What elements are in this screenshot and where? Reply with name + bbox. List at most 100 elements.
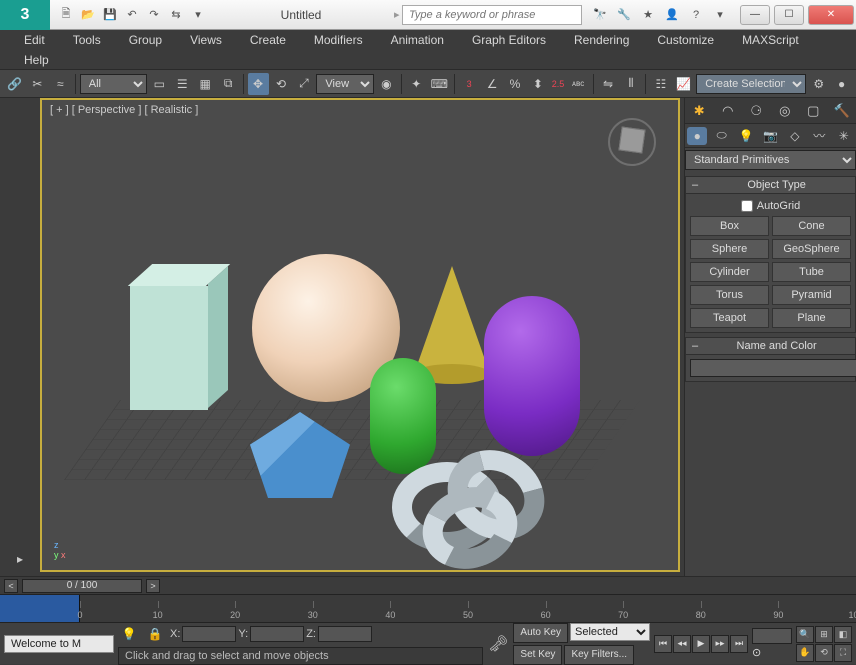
expand-viewport-icon[interactable]: ▸: [9, 548, 31, 570]
object-name-input[interactable]: [690, 359, 856, 377]
autokey-button[interactable]: Auto Key: [513, 623, 568, 643]
save-icon[interactable]: 💾: [100, 5, 120, 25]
motion-tab-icon[interactable]: ◎: [775, 101, 795, 121]
current-frame-input[interactable]: [752, 628, 792, 644]
y-input[interactable]: [250, 626, 304, 642]
box-button[interactable]: Box: [690, 216, 769, 236]
align-icon[interactable]: ⫴: [620, 73, 641, 95]
orbit-icon[interactable]: ⟲: [815, 644, 833, 662]
viewport-label[interactable]: [ + ] [ Perspective ] [ Realistic ]: [50, 104, 198, 116]
bind-icon[interactable]: ≈: [50, 73, 71, 95]
unlink-icon[interactable]: ✂: [27, 73, 48, 95]
isolate-icon[interactable]: 🔒: [144, 623, 166, 645]
open-icon[interactable]: 📂: [78, 5, 98, 25]
menu-grapheditors[interactable]: Graph Editors: [458, 30, 560, 50]
material-icon[interactable]: ●: [831, 73, 852, 95]
viewcube[interactable]: [602, 112, 662, 172]
named-selection-dropdown[interactable]: Create Selection Se: [696, 74, 806, 94]
keymode-dropdown[interactable]: Selected: [570, 623, 650, 641]
move-icon[interactable]: ✥: [248, 73, 269, 95]
geometry-icon[interactable]: ●: [687, 127, 707, 145]
chevron-down-icon[interactable]: ▾: [710, 5, 730, 25]
modify-tab-icon[interactable]: ◠: [718, 101, 738, 121]
object-cone[interactable]: [414, 266, 490, 374]
menu-customize[interactable]: Customize: [643, 30, 728, 50]
redo-icon[interactable]: ↷: [144, 5, 164, 25]
select-link-icon[interactable]: 🔗: [4, 73, 25, 95]
curve-editor-icon[interactable]: 📈: [673, 73, 694, 95]
setkey-button[interactable]: Set Key: [513, 645, 562, 665]
manip-icon[interactable]: ✦: [406, 73, 427, 95]
new-icon[interactable]: 🗎: [56, 5, 76, 25]
menu-animation[interactable]: Animation: [377, 30, 458, 50]
plane-button[interactable]: Plane: [772, 308, 851, 328]
object-box[interactable]: [130, 286, 208, 410]
lock-icon[interactable]: 💡: [118, 623, 140, 645]
name-color-header[interactable]: –Name and Color: [685, 337, 856, 355]
help-icon[interactable]: ?: [686, 5, 706, 25]
zoom-all-icon[interactable]: ⊞: [815, 626, 833, 644]
z-input[interactable]: [318, 626, 372, 642]
link-icon[interactable]: ⇆: [166, 5, 186, 25]
star-icon[interactable]: ★: [638, 5, 658, 25]
scale-icon[interactable]: ⤢: [293, 73, 314, 95]
trackbar-left-icons[interactable]: [0, 595, 80, 622]
helpers-icon[interactable]: ◇: [785, 127, 805, 145]
sphere-button[interactable]: Sphere: [690, 239, 769, 259]
tool-icon[interactable]: 🔧: [614, 5, 634, 25]
select-region-icon[interactable]: ▦: [195, 73, 216, 95]
torus-button[interactable]: Torus: [690, 285, 769, 305]
menu-group[interactable]: Group: [115, 30, 176, 50]
undo-icon[interactable]: ↶: [122, 5, 142, 25]
pan-icon[interactable]: ✋: [796, 644, 814, 662]
keymode-icon[interactable]: ⌨: [429, 73, 450, 95]
time-next-button[interactable]: >: [146, 579, 160, 593]
category-dropdown[interactable]: Standard Primitives: [685, 150, 856, 170]
percent-snap-icon[interactable]: %: [505, 73, 526, 95]
angle-snap-icon[interactable]: ∠: [482, 73, 503, 95]
teapot-button[interactable]: Teapot: [690, 308, 769, 328]
rotate-icon[interactable]: ⟲: [271, 73, 292, 95]
pyramid-button[interactable]: Pyramid: [772, 285, 851, 305]
object-torus-knot[interactable]: [392, 452, 562, 572]
select-name-icon[interactable]: ☰: [172, 73, 193, 95]
track-bar[interactable]: 0102030405060708090100: [0, 594, 856, 622]
minimize-button[interactable]: —: [740, 5, 770, 25]
trackbar-ruler[interactable]: 0102030405060708090100: [80, 595, 856, 622]
cone-button[interactable]: Cone: [772, 216, 851, 236]
snap-toggle-icon[interactable]: 3: [459, 73, 480, 95]
time-config-icon[interactable]: ⊙: [752, 646, 792, 659]
geosphere-button[interactable]: GeoSphere: [772, 239, 851, 259]
menu-modifiers[interactable]: Modifiers: [300, 30, 377, 50]
user-icon[interactable]: 👤: [662, 5, 682, 25]
workspace-dd-icon[interactable]: ▾: [188, 5, 208, 25]
time-prev-button[interactable]: <: [4, 579, 18, 593]
zoom-icon[interactable]: 🔍: [796, 626, 814, 644]
binoculars-icon[interactable]: 🔭: [590, 5, 610, 25]
select-icon[interactable]: ▭: [149, 73, 170, 95]
display-tab-icon[interactable]: ▢: [803, 101, 823, 121]
keyfilters-button[interactable]: Key Filters...: [564, 645, 634, 665]
menu-create[interactable]: Create: [236, 30, 300, 50]
cameras-icon[interactable]: 📷: [760, 127, 780, 145]
maximize-button[interactable]: ☐: [774, 5, 804, 25]
create-tab-icon[interactable]: ✱: [689, 101, 709, 121]
object-capsule-purple[interactable]: [484, 296, 580, 456]
mirror-icon[interactable]: ⇋: [598, 73, 619, 95]
menu-views[interactable]: Views: [176, 30, 236, 50]
cylinder-button[interactable]: Cylinder: [690, 262, 769, 282]
window-crossing-icon[interactable]: ⧉: [218, 73, 239, 95]
help-search-input[interactable]: [402, 5, 582, 25]
menu-tools[interactable]: Tools: [59, 30, 115, 50]
menu-rendering[interactable]: Rendering: [560, 30, 643, 50]
fov-icon[interactable]: ◧: [834, 626, 852, 644]
spacewarps-icon[interactable]: 〰: [809, 127, 829, 145]
systems-icon[interactable]: ✳: [834, 127, 854, 145]
shapes-icon[interactable]: ⬭: [712, 127, 732, 145]
layers-icon[interactable]: ☷: [650, 73, 671, 95]
schematic-icon[interactable]: ⚙: [808, 73, 829, 95]
lights-icon[interactable]: 💡: [736, 127, 756, 145]
close-button[interactable]: ✕: [808, 5, 854, 25]
hierarchy-tab-icon[interactable]: ⚆: [746, 101, 766, 121]
viewport-perspective[interactable]: [ + ] [ Perspective ] [ Realistic ] zy x: [40, 98, 680, 572]
